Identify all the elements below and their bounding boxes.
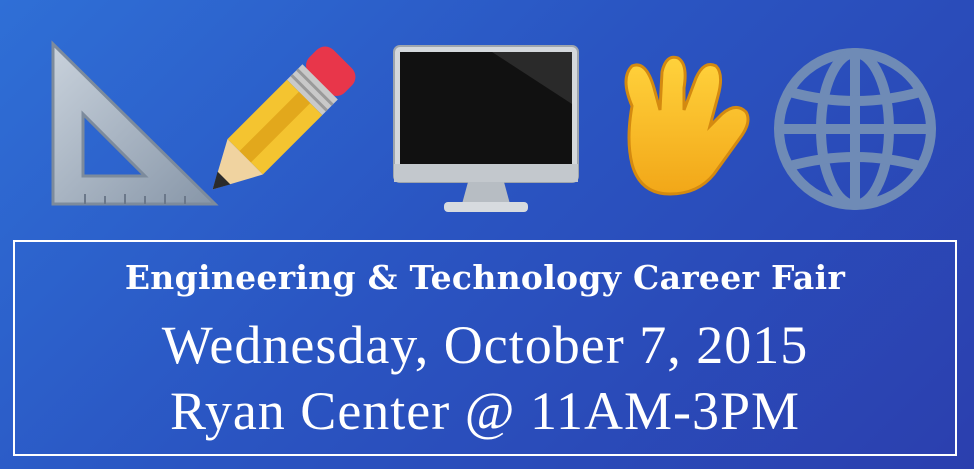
desktop-computer-icon — [392, 44, 580, 216]
event-location-time: Ryan Center @ 11AM-3PM — [169, 381, 801, 441]
pencil-icon — [188, 40, 366, 210]
icon-row — [0, 0, 974, 230]
globe-icon — [770, 44, 940, 214]
event-title: Engineering & Technology Career Fair — [124, 258, 846, 297]
vulcan-salute-icon — [610, 48, 756, 198]
event-banner: Engineering & Technology Career Fair Wed… — [13, 240, 957, 456]
event-date: Wednesday, October 7, 2015 — [161, 315, 809, 375]
